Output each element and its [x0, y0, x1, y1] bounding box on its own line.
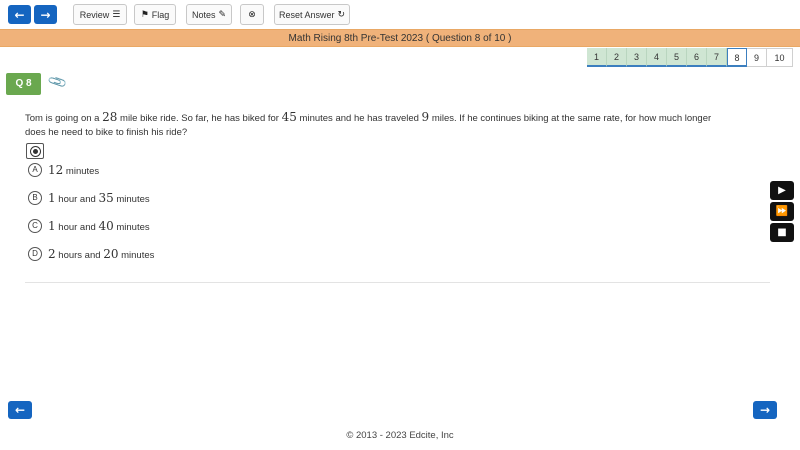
close-circle-icon: ⊗ — [248, 9, 256, 20]
bottom-previous-button[interactable]: ← — [8, 401, 32, 419]
next-button[interactable]: → — [34, 5, 57, 24]
question-link-4[interactable]: 4 — [647, 48, 667, 67]
choice-a[interactable]: A 12 minutes — [28, 162, 99, 178]
arrow-right-icon: → — [759, 403, 771, 417]
flag-icon: ⚑ — [140, 9, 149, 20]
fast-forward-button[interactable]: ⏩ — [770, 202, 794, 221]
question-text: Tom is going on a 28 mile bike ride. So … — [25, 110, 730, 140]
choice-text-part: hour and — [55, 222, 99, 233]
question-link-9[interactable]: 9 — [747, 48, 767, 67]
reset-answer-button[interactable]: Reset Answer ↻ — [274, 4, 350, 25]
refresh-icon: ↻ — [337, 9, 346, 20]
content-divider — [25, 282, 770, 283]
choice-text-part: minutes — [113, 222, 150, 233]
copyright-footer: © 2013 - 2023 Edcite, Inc — [346, 430, 454, 441]
choice-text: 2 hours and 20 minutes — [48, 247, 154, 261]
question-text-part: minutes and he has traveled — [296, 113, 422, 124]
choice-letter[interactable]: A — [28, 163, 42, 177]
list-icon: ☰ — [112, 9, 121, 20]
question-text-part: Tom is going on a — [25, 113, 103, 124]
question-link-6[interactable]: 6 — [687, 48, 707, 67]
question-link-7[interactable]: 7 — [707, 48, 727, 67]
notes-label: Notes — [191, 9, 216, 20]
flag-label: Flag — [151, 9, 170, 20]
flag-button[interactable]: ⚑ Flag — [134, 4, 176, 25]
arrow-left-icon: ← — [14, 7, 25, 22]
test-title-bar: Math Rising 8th Pre-Test 2023 ( Question… — [0, 29, 800, 47]
stop-icon: ■ — [777, 227, 787, 238]
choice-letter[interactable]: B — [28, 191, 42, 205]
question-link-1[interactable]: 1 — [587, 48, 607, 67]
play-button[interactable]: ▶ — [770, 181, 794, 200]
choice-number: 12 — [48, 163, 64, 177]
choice-text: 12 minutes — [48, 163, 99, 177]
choice-c[interactable]: C 1 hour and 40 minutes — [28, 218, 150, 234]
choice-number: 1 — [48, 191, 56, 205]
question-number-badge: Q 8 — [6, 73, 41, 95]
question-link-2[interactable]: 2 — [607, 48, 627, 67]
choice-text-part: hour and — [55, 194, 99, 205]
play-icon: ▶ — [778, 185, 786, 196]
choice-number: 20 — [103, 247, 119, 261]
review-label: Review — [79, 9, 110, 20]
question-link-5[interactable]: 5 — [667, 48, 687, 67]
fast-forward-icon: ⏩ — [775, 206, 789, 217]
review-button[interactable]: Review ☰ — [73, 4, 127, 25]
bottom-next-button[interactable]: → — [753, 401, 777, 419]
question-number: 45 — [281, 110, 297, 124]
choice-text-part: hours and — [55, 250, 104, 261]
choice-text-part: minutes — [118, 250, 155, 261]
paperclip-icon[interactable]: 📎 — [47, 72, 69, 93]
gear-icon — [30, 146, 40, 156]
reset-answer-label: Reset Answer — [278, 9, 335, 20]
toolbar: ← → Review ☰ ⚑ Flag Notes ✎ ⊗ Reset Answ… — [0, 0, 800, 28]
question-pagination: 1 2 3 4 5 6 7 8 9 10 — [587, 48, 793, 67]
arrow-left-icon: ← — [14, 403, 26, 417]
question-number: 28 — [102, 110, 118, 124]
choice-text: 1 hour and 35 minutes — [48, 191, 150, 205]
choice-letter[interactable]: C — [28, 219, 42, 233]
close-button[interactable]: ⊗ — [240, 4, 264, 25]
question-link-8[interactable]: 8 — [727, 48, 747, 67]
settings-button[interactable] — [26, 143, 44, 159]
choice-b[interactable]: B 1 hour and 35 minutes — [28, 190, 150, 206]
notes-button[interactable]: Notes ✎ — [186, 4, 232, 25]
choice-text: 1 hour and 40 minutes — [48, 219, 150, 233]
choice-d[interactable]: D 2 hours and 20 minutes — [28, 246, 154, 262]
question-link-3[interactable]: 3 — [627, 48, 647, 67]
choice-text-part: minutes — [113, 194, 150, 205]
question-link-10[interactable]: 10 — [767, 48, 793, 67]
stop-button[interactable]: ■ — [770, 223, 794, 242]
choice-number: 40 — [98, 219, 114, 233]
choice-text-part: minutes — [63, 166, 100, 177]
choice-number: 1 — [48, 219, 56, 233]
previous-button[interactable]: ← — [8, 5, 31, 24]
choice-number: 2 — [48, 247, 56, 261]
choice-letter[interactable]: D — [28, 247, 42, 261]
choice-number: 35 — [98, 191, 114, 205]
test-title: Math Rising 8th Pre-Test 2023 ( Question… — [288, 33, 512, 44]
arrow-right-icon: → — [40, 7, 51, 22]
question-text-part: mile bike ride. So far, he has biked for — [117, 113, 282, 124]
edit-icon: ✎ — [218, 9, 227, 20]
